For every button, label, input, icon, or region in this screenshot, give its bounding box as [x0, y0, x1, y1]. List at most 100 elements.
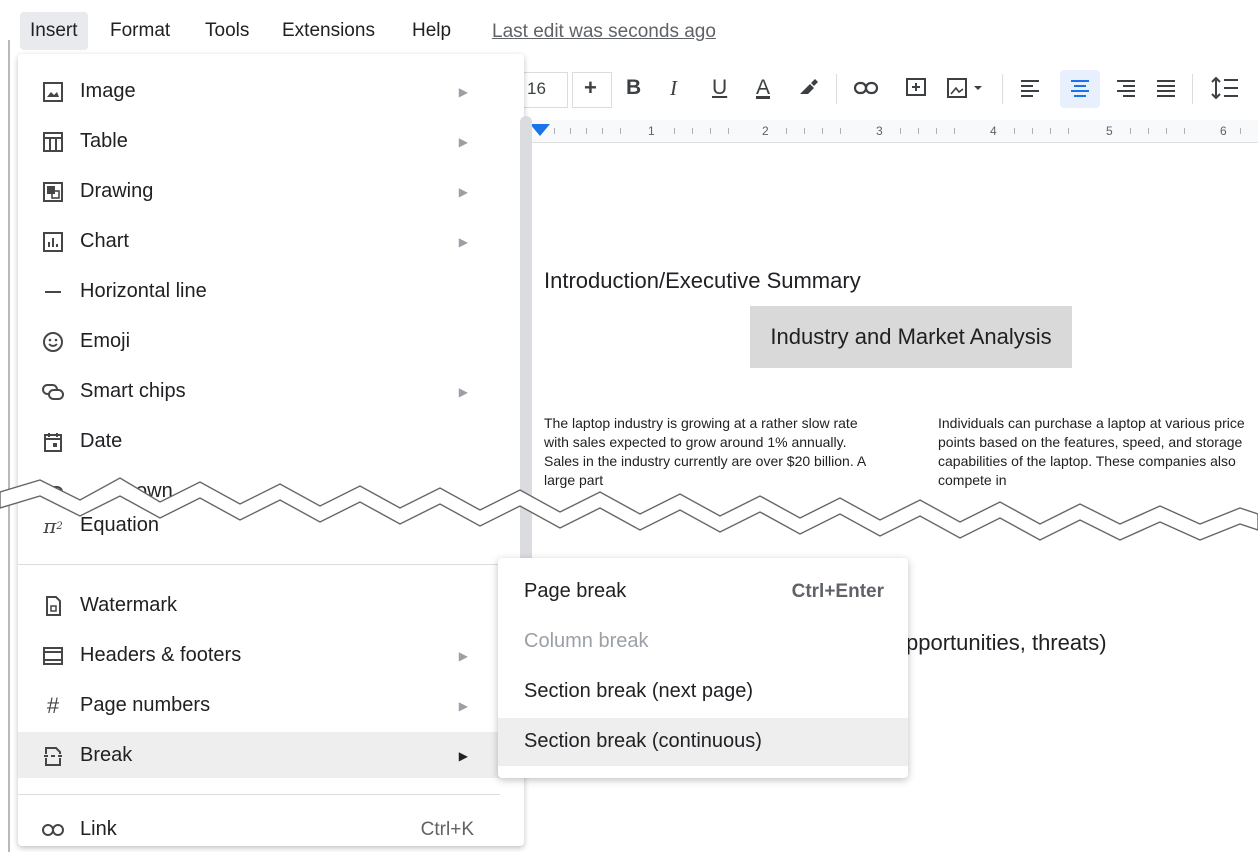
align-right-icon[interactable]: [1114, 77, 1138, 101]
menu-extensions[interactable]: Extensions: [282, 20, 375, 42]
ruler-number: 6: [1220, 124, 1227, 138]
plus-icon: +: [584, 75, 597, 100]
menu-item-break[interactable]: Break ▶: [18, 732, 508, 778]
align-center-icon[interactable]: [1068, 77, 1092, 101]
submenu-arrow-icon: ▶: [458, 749, 468, 763]
break-icon: [40, 743, 66, 769]
toolbar-separator: [836, 74, 837, 104]
ruler-number: 3: [876, 124, 883, 138]
menu-format[interactable]: Format: [110, 20, 170, 42]
page-numbers-icon: #: [46, 693, 60, 718]
submenu-arrow-icon: ▶: [458, 649, 468, 663]
menu-item-label: Headers & footers: [80, 644, 242, 666]
toolbar: 16 + B I U A: [520, 66, 1258, 112]
menu-item-chart[interactable]: Chart ▶: [18, 218, 508, 264]
menu-item-table[interactable]: Table ▶: [18, 118, 508, 164]
menu-item-emoji[interactable]: Emoji: [18, 318, 508, 364]
menu-divider: [18, 564, 500, 565]
ruler-number: 1: [648, 124, 655, 138]
chart-icon: [40, 229, 66, 255]
submenu-arrow-icon: ▶: [458, 185, 468, 199]
doc-heading: Introduction/Executive Summary: [544, 268, 861, 293]
font-size-increase-button[interactable]: +: [572, 72, 612, 108]
menu-item-label: Drawing: [80, 180, 154, 202]
ruler-number: 4: [990, 124, 997, 138]
break-submenu: Page break Ctrl+Enter Column break Secti…: [498, 558, 908, 778]
highlight-pen-icon[interactable]: [796, 74, 820, 98]
ruler[interactable]: 1 2 3 4 5 6: [524, 120, 1258, 143]
menu-item-shortcut: Ctrl+K: [420, 819, 474, 840]
submenu-item-label: Section break (next page): [524, 680, 754, 702]
menu-item-label: Table: [80, 130, 128, 152]
submenu-item-label: Page break: [524, 580, 627, 602]
menu-item-label: Smart chips: [80, 380, 186, 402]
ruler-number: 2: [762, 124, 769, 138]
submenu-arrow-icon: ▶: [458, 135, 468, 149]
menu-item-label: Chart: [80, 230, 129, 252]
font-size-box[interactable]: 16: [520, 72, 568, 108]
submenu-arrow-icon: ▶: [458, 85, 468, 99]
submenu-arrow-icon: ▶: [458, 385, 468, 399]
bold-button[interactable]: B: [626, 76, 641, 100]
menu-item-page-numbers[interactable]: # Page numbers ▶: [18, 682, 508, 728]
underline-button[interactable]: U: [712, 76, 727, 100]
menu-item-headers-footers[interactable]: Headers & footers ▶: [18, 632, 508, 678]
menu-help[interactable]: Help: [412, 20, 451, 42]
submenu-item-shortcut: Ctrl+Enter: [791, 581, 884, 602]
date-icon: [40, 429, 66, 455]
horizontal-line-icon: [40, 279, 66, 305]
table-icon: [40, 129, 66, 155]
justify-icon[interactable]: [1154, 77, 1178, 101]
image-icon: [40, 79, 66, 105]
torn-edge-overlay: [0, 477, 1258, 541]
text-color-button[interactable]: A: [756, 76, 770, 100]
smart-chips-icon: [40, 379, 66, 405]
menu-item-watermark[interactable]: Watermark: [18, 582, 508, 628]
menu-item-drawing[interactable]: Drawing ▶: [18, 168, 508, 214]
toolbar-separator: [1192, 74, 1193, 104]
menu-item-horizontal-line[interactable]: Horizontal line: [18, 268, 508, 314]
menu-item-label: Emoji: [80, 330, 131, 352]
align-left-icon[interactable]: [1018, 77, 1042, 101]
emoji-icon: [40, 329, 66, 355]
submenu-item-page-break[interactable]: Page break Ctrl+Enter: [498, 568, 908, 616]
submenu-item-label: Section break (continuous): [524, 730, 762, 752]
menu-insert[interactable]: Insert: [20, 12, 88, 50]
menu-tools[interactable]: Tools: [205, 20, 249, 42]
menu-item-link[interactable]: Link Ctrl+K: [18, 806, 508, 852]
menu-item-label: Break: [80, 744, 133, 766]
menu-bar: Insert Format Tools Extensions Help Last…: [0, 0, 1258, 62]
menu-item-label: Link: [80, 818, 117, 840]
indent-marker[interactable]: [530, 124, 550, 136]
menu-item-label: Watermark: [80, 594, 178, 616]
submenu-arrow-icon: ▶: [458, 235, 468, 249]
insert-menu: Image ▶ Table ▶ Drawing ▶ Chart ▶ Horizo…: [18, 54, 532, 846]
headers-footers-icon: [40, 643, 66, 669]
menu-item-date[interactable]: Date: [18, 418, 508, 464]
menu-item-smart-chips[interactable]: Smart chips ▶: [18, 368, 508, 414]
toolbar-separator: [1002, 74, 1003, 104]
line-spacing-icon[interactable]: [1210, 75, 1240, 101]
link-icon[interactable]: [852, 76, 880, 100]
insert-image-icon[interactable]: [946, 76, 986, 100]
doc-subheading: Industry and Market Analysis: [750, 306, 1072, 368]
menu-item-label: Image: [80, 80, 136, 102]
watermark-icon: [40, 593, 66, 619]
submenu-item-column-break[interactable]: Column break: [498, 618, 908, 666]
submenu-arrow-icon: ▶: [458, 699, 468, 713]
submenu-item-section-break-continuous[interactable]: Section break (continuous): [498, 718, 908, 766]
menu-item-label: Date: [80, 430, 123, 452]
menu-item-image[interactable]: Image ▶: [18, 68, 508, 114]
submenu-item-label: Column break: [524, 630, 649, 652]
ruler-number: 5: [1106, 124, 1113, 138]
menu-item-label: Horizontal line: [80, 280, 207, 302]
last-edit-link[interactable]: Last edit was seconds ago: [492, 21, 716, 43]
link-icon: [40, 817, 66, 843]
add-comment-icon[interactable]: [904, 76, 928, 100]
window-edge: [8, 40, 10, 852]
font-size-value: 16: [527, 79, 546, 98]
italic-button[interactable]: I: [670, 76, 677, 101]
submenu-item-section-break-next-page[interactable]: Section break (next page): [498, 668, 908, 716]
menu-divider: [18, 794, 500, 795]
doc-swot-fragment: pportunities, threats): [906, 630, 1107, 655]
